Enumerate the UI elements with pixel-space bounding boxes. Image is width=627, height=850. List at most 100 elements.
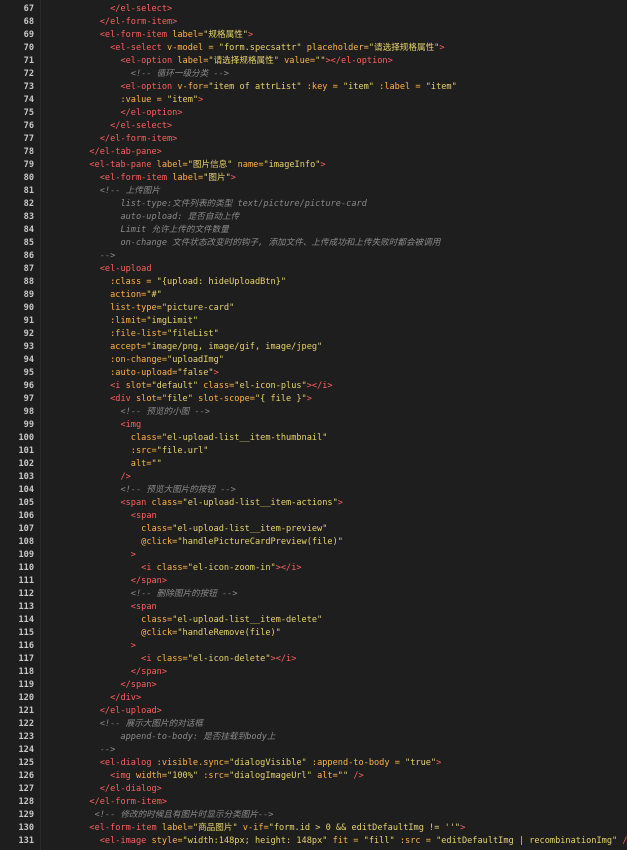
code-line[interactable]: 102 alt=""	[0, 458, 627, 471]
code-line[interactable]: 84 Limit 允许上传的文件数量	[0, 224, 627, 237]
code-line[interactable]: 67 </el-select>	[0, 3, 627, 16]
line-text: </span>	[40, 575, 627, 588]
code-token: <!-- 预览的小图 -->	[120, 407, 210, 417]
code-line[interactable]: 108 @click="handlePictureCardPreview(fil…	[0, 536, 627, 549]
code-line[interactable]: 104 <!-- 预览大图片的按钮 -->	[0, 484, 627, 497]
line-text: </el-select>	[40, 120, 627, 133]
code-line[interactable]: 80 <el-form-item label="图片">	[0, 172, 627, 185]
code-line[interactable]: 124 -->	[0, 744, 627, 757]
code-line[interactable]: 129 <!-- 修改的时候且有图片时显示分类图片-->	[0, 809, 627, 822]
code-line[interactable]: 78 </el-tab-pane>	[0, 146, 627, 159]
code-line[interactable]: 103 />	[0, 471, 627, 484]
code-line[interactable]: 83 auto-upload: 是否自动上传	[0, 211, 627, 224]
code-line[interactable]: 93 accept="image/png, image/gif, image/j…	[0, 341, 627, 354]
line-text: -->	[40, 250, 627, 263]
code-token: list-type=	[110, 303, 162, 313]
code-line[interactable]: 125 <el-dialog :visible.sync="dialogVisi…	[0, 757, 627, 770]
line-text: <i slot="default" class="el-icon-plus"><…	[40, 380, 627, 393]
code-line[interactable]: 100 class="el-upload-list__item-thumbnai…	[0, 432, 627, 445]
code-line[interactable]: 72 <!-- 循环一级分类 -->	[0, 68, 627, 81]
line-number: 77	[23, 134, 34, 144]
code-line[interactable]: 77 </el-form-item>	[0, 133, 627, 146]
code-token: <span	[130, 602, 157, 612]
code-line[interactable]: 88 :class = "{upload: hideUploadBtn}"	[0, 276, 627, 289]
code-line[interactable]: 119 </span>	[0, 679, 627, 692]
code-line[interactable]: 97 <div slot="file" slot-scope="{ file }…	[0, 393, 627, 406]
code-token: ></i>	[275, 563, 302, 573]
code-line[interactable]: 117 <i class="el-icon-delete"></i>	[0, 653, 627, 666]
line-text: @click="handlePictureCardPreview(file)"	[40, 536, 627, 549]
code-line[interactable]: 89 action="#"	[0, 289, 627, 302]
code-line[interactable]: 114 class="el-upload-list__item-delete"	[0, 614, 627, 627]
code-line[interactable]: 86 -->	[0, 250, 627, 263]
code-line[interactable]: 99 <img	[0, 419, 627, 432]
code-line[interactable]: 123 append-to-body: 是否挂载到body上	[0, 731, 627, 744]
code-line[interactable]: 128 </el-form-item>	[0, 796, 627, 809]
code-line[interactable]: 111 </span>	[0, 575, 627, 588]
code-line[interactable]: 118 </span>	[0, 666, 627, 679]
line-number: 93	[23, 342, 34, 352]
code-line[interactable]: 82 list-type:文件列表的类型 text/picture/pictur…	[0, 198, 627, 211]
code-token: class=	[141, 615, 173, 625]
code-line[interactable]: 127 </el-dialog>	[0, 783, 627, 796]
code-line[interactable]: 110 <i class="el-icon-zoom-in"></i>	[0, 562, 627, 575]
line-text: <img	[40, 419, 627, 432]
code-line[interactable]: 74 :value = "item">	[0, 94, 627, 107]
code-token: </el-form-item>	[99, 17, 178, 27]
code-line[interactable]: 101 :src="file.url"	[0, 445, 627, 458]
code-line[interactable]: 85 on-change 文件状态改变时的钩子, 添加文件、上传成功和上传失败时…	[0, 237, 627, 250]
code-editor[interactable]: 67 </el-select> 68 </el-form-item> 69 <el-…	[0, 0, 627, 850]
code-line[interactable]: 76 </el-select>	[0, 120, 627, 133]
code-token: <img	[120, 420, 142, 430]
code-line[interactable]: 81 <!-- 上传图片	[0, 185, 627, 198]
code-line[interactable]: 109 >	[0, 549, 627, 562]
code-line[interactable]: 126 <img width="100%" :src="dialogImageU…	[0, 770, 627, 783]
code-line[interactable]: 106 <span	[0, 510, 627, 523]
code-line[interactable]: 113 <span	[0, 601, 627, 614]
code-line[interactable]: 90 list-type="picture-card"	[0, 302, 627, 315]
code-line[interactable]: 112 <!-- 删除图片的按钮 -->	[0, 588, 627, 601]
code-token: </el-form-item>	[89, 797, 168, 807]
code-line[interactable]: 122 <!-- 展示大图片的对话框	[0, 718, 627, 731]
code-line[interactable]: 92 :file-list="fileList"	[0, 328, 627, 341]
code-line[interactable]: 130 <el-form-item label="商品图片" v-if="for…	[0, 822, 627, 835]
code-line[interactable]: 75 </el-option>	[0, 107, 627, 120]
line-number: 79	[23, 160, 34, 170]
code-line[interactable]: 91 :limit="imgLimit"	[0, 315, 627, 328]
code-line[interactable]: 116 >	[0, 640, 627, 653]
line-text: <span class="el-upload-list__item-action…	[40, 497, 627, 510]
code-line[interactable]: 105 <span class="el-upload-list__item-ac…	[0, 497, 627, 510]
code-line[interactable]: 87 <el-upload	[0, 263, 627, 276]
code-line[interactable]: 121 </el-upload>	[0, 705, 627, 718]
code-line[interactable]: 71 <el-option label="请选择规格属性" value=""><…	[0, 55, 627, 68]
code-line[interactable]: 107 class="el-upload-list__item-preview"	[0, 523, 627, 536]
line-text: @click="handleRemove(file)"	[40, 627, 627, 640]
code-area[interactable]: 67 </el-select> 68 </el-form-item> 69 <el-…	[0, 3, 627, 848]
code-line[interactable]: 79 <el-tab-pane label="图片信息" name="image…	[0, 159, 627, 172]
code-line[interactable]: 68 </el-form-item>	[0, 16, 627, 29]
code-token: on-change 文件状态改变时的钩子, 添加文件、上传成功和上传失败时都会被…	[120, 238, 441, 248]
code-line[interactable]: 120 </div>	[0, 692, 627, 705]
code-line[interactable]: 69 <el-form-item label="规格属性">	[0, 29, 627, 42]
code-line[interactable]: 115 @click="handleRemove(file)"	[0, 627, 627, 640]
line-number: 126	[18, 771, 34, 781]
code-token: >	[460, 823, 466, 833]
code-line[interactable]: 95 :auto-upload="false">	[0, 367, 627, 380]
code-line[interactable]: 131 <el-image style="width:148px; height…	[0, 835, 627, 848]
line-number: 111	[18, 576, 34, 586]
code-line[interactable]: 94 :on-change="uploadImg"	[0, 354, 627, 367]
line-number: 131	[18, 836, 34, 846]
line-number: 69	[23, 30, 34, 40]
code-line[interactable]: 73 <el-option v-for="item of attrList" :…	[0, 81, 627, 94]
code-token: ></i>	[270, 654, 297, 664]
code-line[interactable]: 98 <!-- 预览的小图 -->	[0, 406, 627, 419]
code-token: <el-form-item	[99, 173, 173, 183]
code-line[interactable]: 70 <el-select v-model = "form.specsattr"…	[0, 42, 627, 55]
code-token: "uploadImg"	[167, 355, 224, 365]
code-line[interactable]: 96 <i slot="default" class="el-icon-plus…	[0, 380, 627, 393]
